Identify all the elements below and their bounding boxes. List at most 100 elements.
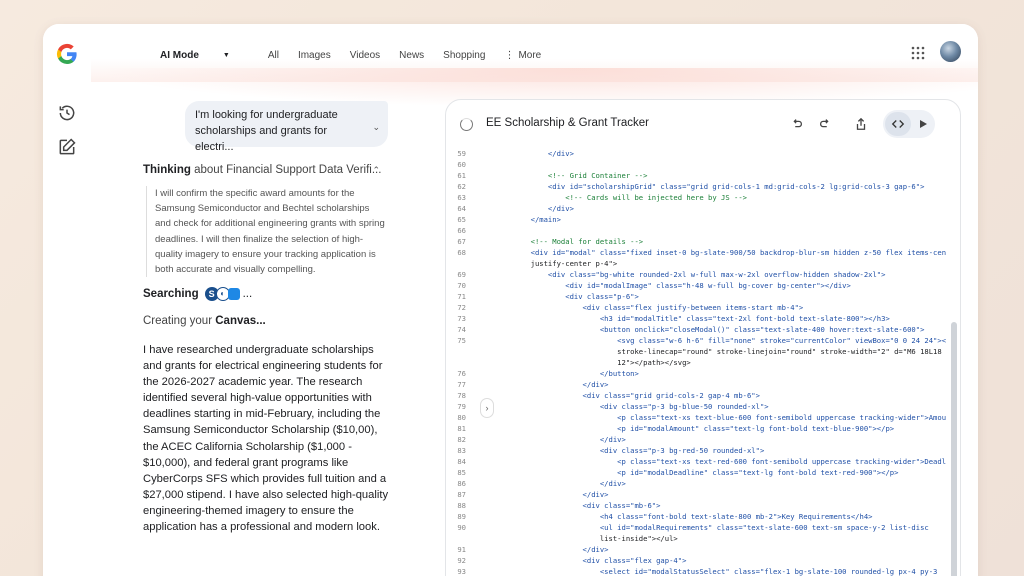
undo-icon[interactable]	[790, 117, 804, 131]
tab-all[interactable]: All	[268, 50, 279, 61]
ai-mode-label: AI Mode	[160, 50, 199, 61]
thinking-header[interactable]: Thinking about Financial Support Data Ve…	[143, 164, 388, 176]
line-number: 90	[457, 523, 466, 532]
line-number: 72	[457, 303, 466, 312]
searching-label: Searching	[143, 288, 199, 300]
code-preview-toggle	[883, 110, 935, 138]
code-line: 62 <div id="scholarshipGrid" class="grid…	[446, 181, 946, 192]
code-line: 71 <div class="p-6">	[446, 291, 946, 302]
line-number: 88	[457, 501, 466, 510]
apps-grid-icon[interactable]	[911, 46, 925, 60]
code-text: <div class="flex gap-4">	[496, 556, 687, 565]
code-line: 81 <p id="modalAmount" class="text-lg fo…	[446, 423, 946, 434]
code-line: 74 <button onclick="closeModal()" class=…	[446, 324, 946, 335]
line-number: 84	[457, 457, 466, 466]
line-number: 62	[457, 182, 466, 191]
code-line: 76 </button>	[446, 368, 946, 379]
search-nav: AI Mode ▼ All Images Videos News Shopping…	[160, 50, 579, 61]
source-icons[interactable]: S ◐	[204, 287, 240, 301]
code-line: 64 </div>	[446, 203, 946, 214]
code-line: 84 <p class="text-xs text-red-600 font-s…	[446, 456, 946, 467]
left-rail	[43, 24, 91, 576]
code-view-button[interactable]	[885, 112, 911, 136]
code-text: <h4 class="font-bold text-slate-800 mb-2…	[496, 512, 873, 521]
code-text: </div>	[496, 380, 609, 389]
code-text: </div>	[496, 149, 574, 158]
thinking-topic: about Financial Support Data Verifi...	[194, 164, 382, 176]
line-number: 76	[457, 369, 466, 378]
line-number: 73	[457, 314, 466, 323]
history-icon[interactable]	[57, 103, 77, 123]
tab-images[interactable]: Images	[298, 50, 331, 61]
new-chat-icon[interactable]	[57, 137, 77, 157]
tab-videos[interactable]: Videos	[350, 50, 380, 61]
google-logo[interactable]	[55, 42, 79, 66]
thinking-label: Thinking	[143, 164, 191, 176]
searching-ellipsis: ...	[242, 288, 253, 300]
blue-source-icon	[227, 288, 240, 300]
code-text: </div>	[496, 545, 609, 554]
code-line: list-inside"></ul>	[446, 533, 946, 544]
line-number: 61	[457, 171, 466, 180]
chevron-up-icon[interactable]: ⌃	[372, 165, 380, 176]
code-line: 77 </div>	[446, 379, 946, 390]
code-line: 88 <div class="mb-6">	[446, 500, 946, 511]
user-query-bubble[interactable]: I'm looking for undergraduate scholarshi…	[185, 101, 388, 153]
code-line: 12"></path></svg>	[446, 357, 946, 368]
code-line: 86 </div>	[446, 478, 946, 489]
line-number: 60	[457, 160, 466, 169]
line-number: 87	[457, 490, 466, 499]
line-number: 93	[457, 567, 466, 576]
line-number: 74	[457, 325, 466, 334]
code-line: 63 <!-- Cards will be injected here by J…	[446, 192, 946, 203]
code-editor[interactable]: 59 </div> 60 61 <!-- Grid Container --> 62 …	[446, 148, 960, 576]
tab-shopping[interactable]: Shopping	[443, 50, 485, 61]
redo-icon[interactable]	[818, 117, 832, 131]
collapse-panel-handle[interactable]: ›	[480, 398, 494, 418]
avatar[interactable]	[940, 41, 961, 62]
more-label: More	[518, 50, 542, 61]
line-number: 82	[457, 435, 466, 444]
code-line: 80 <p class="text-xs text-blue-600 font-…	[446, 412, 946, 423]
line-number: 89	[457, 512, 466, 521]
code-text: <div class="p-6">	[496, 292, 639, 301]
creating-prefix: Creating your	[143, 315, 213, 327]
more-menu[interactable]: ⋮ More	[504, 50, 560, 61]
more-dots-icon: ⋮	[504, 50, 515, 61]
line-number: 83	[457, 446, 466, 455]
code-text: <h3 id="modalTitle" class="text-2xl font…	[496, 314, 890, 323]
ai-mode-tab[interactable]: AI Mode ▼	[160, 50, 249, 61]
code-line: 85 <p id="modalDeadline" class="text-lg …	[446, 467, 946, 478]
share-icon[interactable]	[854, 117, 868, 131]
code-text: list-inside"></ul>	[496, 534, 678, 543]
assistant-answer: I have researched undergraduate scholars…	[143, 344, 389, 534]
tab-news[interactable]: News	[399, 50, 424, 61]
code-line: 67 <!-- Modal for details -->	[446, 236, 946, 247]
canvas-panel: EE Scholarship & Grant Tracker 59 </div>…	[445, 99, 961, 576]
code-line: 70 <div id="modalImage" class="h-48 w-fu…	[446, 280, 946, 291]
code-text: <p id="modalAmount" class="text-lg font-…	[496, 424, 895, 433]
code-line: 73 <h3 id="modalTitle" class="text-2xl f…	[446, 313, 946, 324]
code-line: 79 <div class="p-3 bg-blue-50 rounded-xl…	[446, 401, 946, 412]
code-line: 75 <svg class="w-6 h-6" fill="none" stro…	[446, 335, 946, 346]
code-text: </div>	[496, 479, 626, 488]
code-scrollbar[interactable]	[951, 322, 957, 576]
line-number: 66	[457, 226, 466, 235]
code-text: </div>	[496, 435, 626, 444]
code-text: justify-center p-4">	[496, 259, 618, 268]
play-icon[interactable]	[917, 118, 929, 130]
line-number: 63	[457, 193, 466, 202]
chevron-down-icon[interactable]: ⌄	[372, 119, 380, 135]
line-number: 70	[457, 281, 466, 290]
code-line: 87 </div>	[446, 489, 946, 500]
code-text: <svg class="w-6 h-6" fill="none" stroke=…	[496, 336, 946, 345]
line-number: 68	[457, 248, 466, 257]
code-text: <div id="modalImage" class="h-48 w-full …	[496, 281, 851, 290]
line-number: 67	[457, 237, 466, 246]
code-text: <ul id="modalRequirements" class="text-s…	[496, 523, 929, 532]
code-text: <div class="mb-6">	[496, 501, 661, 510]
code-text: </div>	[496, 204, 574, 213]
code-line: 92 <div class="flex gap-4">	[446, 555, 946, 566]
code-text: </button>	[496, 369, 639, 378]
code-line: 69 <div class="bg-white rounded-2xl w-fu…	[446, 269, 946, 280]
